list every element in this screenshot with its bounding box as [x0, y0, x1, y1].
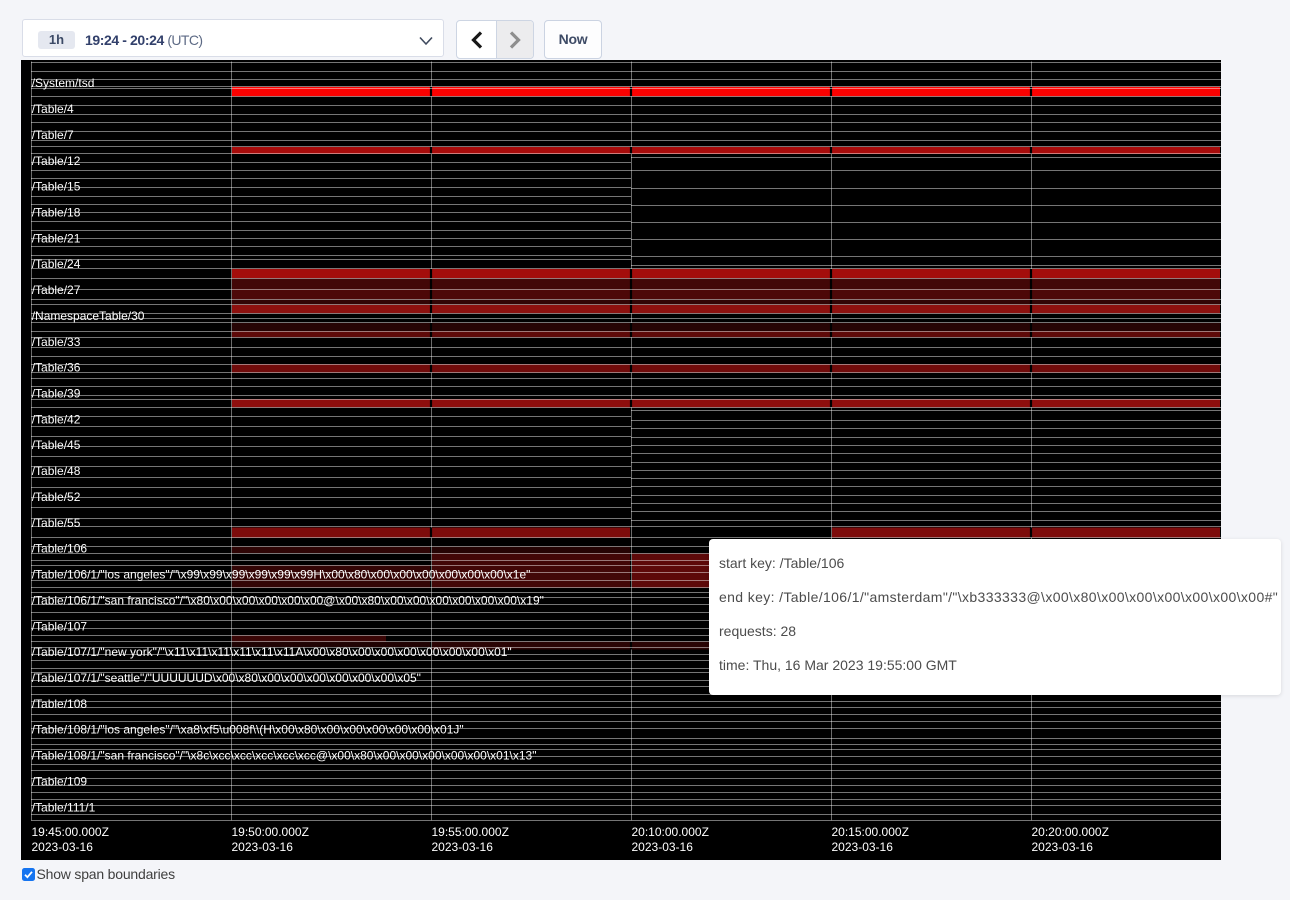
svg-text:/Table/18: /Table/18: [32, 206, 81, 220]
svg-text:/Table/4: /Table/4: [32, 102, 74, 116]
svg-text:2023-03-16: 2023-03-16: [432, 840, 494, 854]
svg-text:/Table/39: /Table/39: [32, 387, 81, 401]
svg-text:/System/tsd: /System/tsd: [32, 76, 95, 90]
svg-text:2023-03-16: 2023-03-16: [1032, 840, 1094, 854]
svg-text:2023-03-16: 2023-03-16: [832, 840, 894, 854]
svg-text:/Table/106: /Table/106: [32, 542, 88, 556]
svg-text:/Table/111/1: /Table/111/1: [32, 800, 96, 814]
svg-text:20:20:00.000Z: 20:20:00.000Z: [1032, 825, 1109, 839]
svg-text:/Table/12: /Table/12: [32, 154, 81, 168]
svg-text:/Table/108/1/"los angeles"/"\x: /Table/108/1/"los angeles"/"\xa8\xf5\u00…: [32, 723, 464, 737]
svg-text:/Table/55: /Table/55: [32, 516, 81, 530]
svg-text:/Table/106/1/"los angeles"/"\x: /Table/106/1/"los angeles"/"\x99\x99\x99…: [32, 568, 531, 582]
svg-text:2023-03-16: 2023-03-16: [32, 840, 94, 854]
svg-text:20:15:00.000Z: 20:15:00.000Z: [832, 825, 909, 839]
svg-text:/Table/7: /Table/7: [32, 128, 74, 142]
svg-text:/Table/45: /Table/45: [32, 438, 81, 452]
svg-text:/Table/21: /Table/21: [32, 231, 81, 245]
svg-text:/NamespaceTable/30: /NamespaceTable/30: [32, 309, 145, 323]
svg-text:/Table/24: /Table/24: [32, 257, 81, 271]
svg-text:/Table/107/1/"new york"/"\x11\: /Table/107/1/"new york"/"\x11\x11\x11\x1…: [32, 645, 512, 659]
svg-text:2023-03-16: 2023-03-16: [632, 840, 694, 854]
svg-text:/Table/52: /Table/52: [32, 490, 81, 504]
svg-text:/Table/108/1/"san francisco"/": /Table/108/1/"san francisco"/"\x8c\xcc\x…: [32, 749, 537, 763]
svg-text:2023-03-16: 2023-03-16: [232, 840, 294, 854]
svg-text:/Table/33: /Table/33: [32, 335, 81, 349]
svg-text:/Table/109: /Table/109: [32, 774, 88, 788]
svg-text:/Table/36: /Table/36: [32, 361, 81, 375]
svg-text:/Table/42: /Table/42: [32, 412, 81, 426]
svg-text:/Table/108: /Table/108: [32, 697, 88, 711]
svg-text:19:45:00.000Z: 19:45:00.000Z: [32, 825, 109, 839]
svg-text:/Table/107: /Table/107: [32, 619, 88, 633]
svg-text:19:55:00.000Z: 19:55:00.000Z: [432, 825, 509, 839]
svg-text:20:10:00.000Z: 20:10:00.000Z: [632, 825, 709, 839]
svg-text:/Table/106/1/"san francisco"/": /Table/106/1/"san francisco"/"\x80\x00\x…: [32, 593, 544, 607]
svg-text:19:50:00.000Z: 19:50:00.000Z: [232, 825, 309, 839]
svg-text:/Table/107/1/"seattle"/"UUUUUU: /Table/107/1/"seattle"/"UUUUUUD\x00\x80\…: [32, 671, 421, 685]
svg-text:/Table/48: /Table/48: [32, 464, 81, 478]
svg-text:/Table/15: /Table/15: [32, 180, 81, 194]
svg-text:/Table/27: /Table/27: [32, 283, 81, 297]
